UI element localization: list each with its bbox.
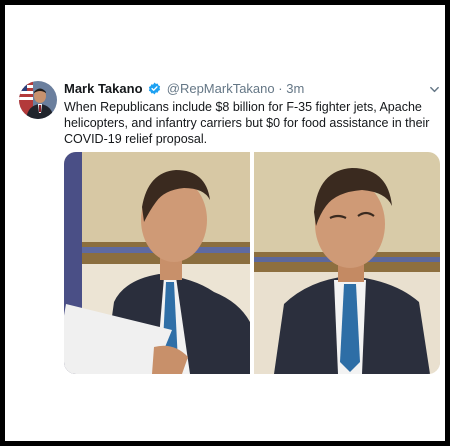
timestamp[interactable]: 3m (286, 81, 304, 96)
chevron-down-icon[interactable] (429, 83, 440, 98)
media-photo-right[interactable] (254, 152, 440, 374)
avatar[interactable] (19, 81, 57, 119)
separator-dot: · (278, 81, 283, 96)
tweet-text: When Republicans include $8 billion for … (64, 100, 430, 146)
verified-badge-icon (148, 82, 161, 98)
handle[interactable]: @RepMarkTakano (167, 81, 275, 96)
media-photo-left[interactable] (64, 152, 250, 374)
tweet-media[interactable] (64, 152, 440, 374)
screenshot-frame: Mark Takano @RepMarkTakano · 3m When Rep… (0, 0, 450, 446)
tweet-header: Mark Takano @RepMarkTakano · 3m (64, 81, 444, 99)
display-name[interactable]: Mark Takano (64, 81, 143, 96)
